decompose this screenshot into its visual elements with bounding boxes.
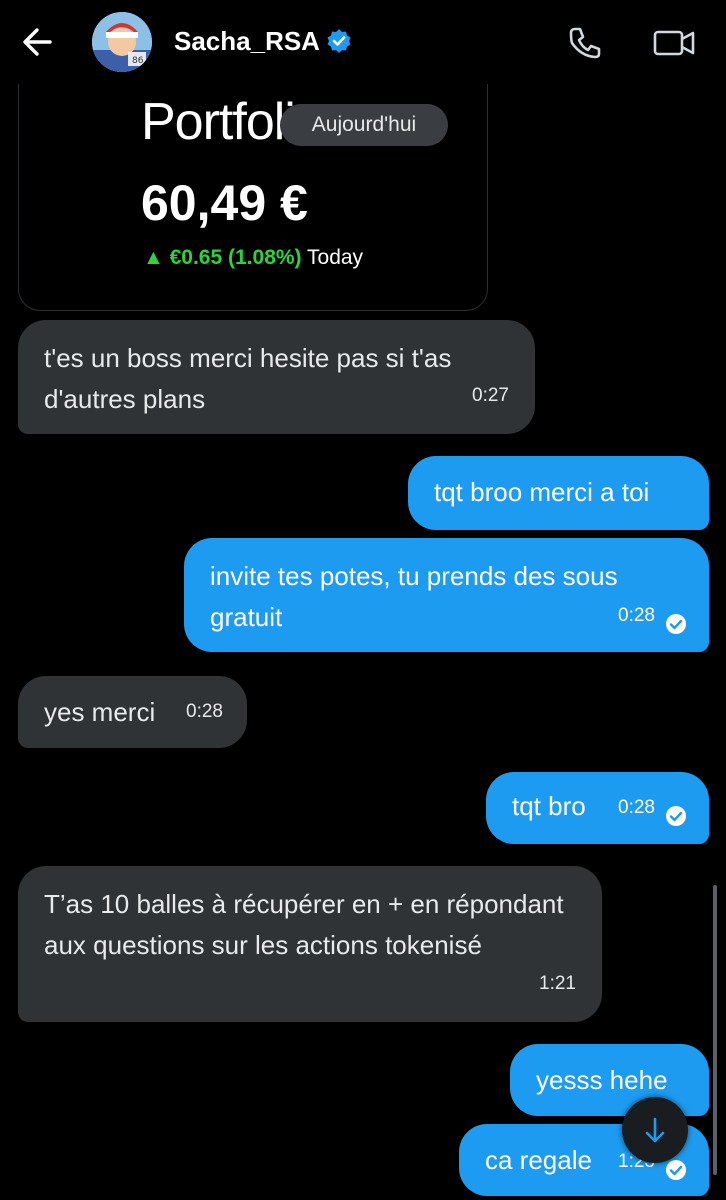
date-separator: Aujourd'hui [280, 104, 448, 146]
scroll-to-bottom-button[interactable] [622, 1097, 688, 1163]
verified-badge-icon [326, 28, 352, 54]
portfolio-change: ▲ €0.65 (1.08%) Today [143, 246, 363, 270]
read-receipt-icon [666, 614, 686, 634]
scrollbar[interactable] [713, 885, 717, 1175]
message-bubble-received[interactable]: t'es un boss merci hesite pas si t'as d'… [18, 320, 535, 434]
call-button[interactable] [566, 24, 604, 62]
video-call-button[interactable] [652, 24, 696, 62]
portfolio-change-suffix: Today [307, 246, 364, 269]
message-text: tqt bro [512, 791, 586, 821]
video-camera-icon [653, 30, 695, 56]
shared-image-portfolio[interactable]: Portfolio 60,49 € ▲ €0.65 (1.08%) Today [18, 60, 488, 311]
message-bubble-sent[interactable]: invite tes potes, tu prends des sous gra… [184, 538, 709, 652]
chat-header: 86 Sacha_RSA [0, 0, 726, 84]
message-text: T’as 10 balles à récupérer en + en répon… [44, 889, 564, 960]
arrow-down-icon [645, 1117, 665, 1143]
message-time: 0:28 [618, 605, 655, 626]
portfolio-change-amount: ▲ €0.65 (1.08%) [143, 246, 302, 269]
portfolio-value: 60,49 € [141, 175, 308, 231]
message-text: ca regale [485, 1145, 592, 1175]
back-button[interactable] [18, 24, 58, 60]
message-time: 0:28 [618, 797, 655, 818]
phone-icon [569, 27, 601, 59]
message-text: tqt broo merci a toi [434, 477, 650, 507]
message-text: yesss hehe [536, 1065, 668, 1095]
avatar[interactable]: 86 [92, 12, 152, 72]
avatar-image: 86 [92, 12, 152, 72]
message-bubble-sent[interactable]: tqt bro 0:28 [486, 772, 709, 844]
message-bubble-received[interactable]: T’as 10 balles à récupérer en + en répon… [18, 866, 602, 1022]
message-time: 0:27 [472, 385, 509, 406]
svg-text:86: 86 [132, 56, 144, 66]
arrow-left-icon [23, 28, 52, 56]
message-bubble-sent[interactable]: tqt broo merci a toi [408, 456, 709, 530]
message-bubble-received[interactable]: yes merci 0:28 [18, 676, 247, 748]
message-text: invite tes potes, tu prends des sous gra… [210, 561, 618, 632]
message-time: 1:21 [539, 973, 576, 994]
message-text: t'es un boss merci hesite pas si t'as d'… [44, 343, 452, 414]
read-receipt-icon [666, 806, 686, 826]
contact-name[interactable]: Sacha_RSA [174, 26, 320, 57]
message-time: 0:28 [186, 701, 223, 722]
message-text: yes merci [44, 697, 156, 727]
